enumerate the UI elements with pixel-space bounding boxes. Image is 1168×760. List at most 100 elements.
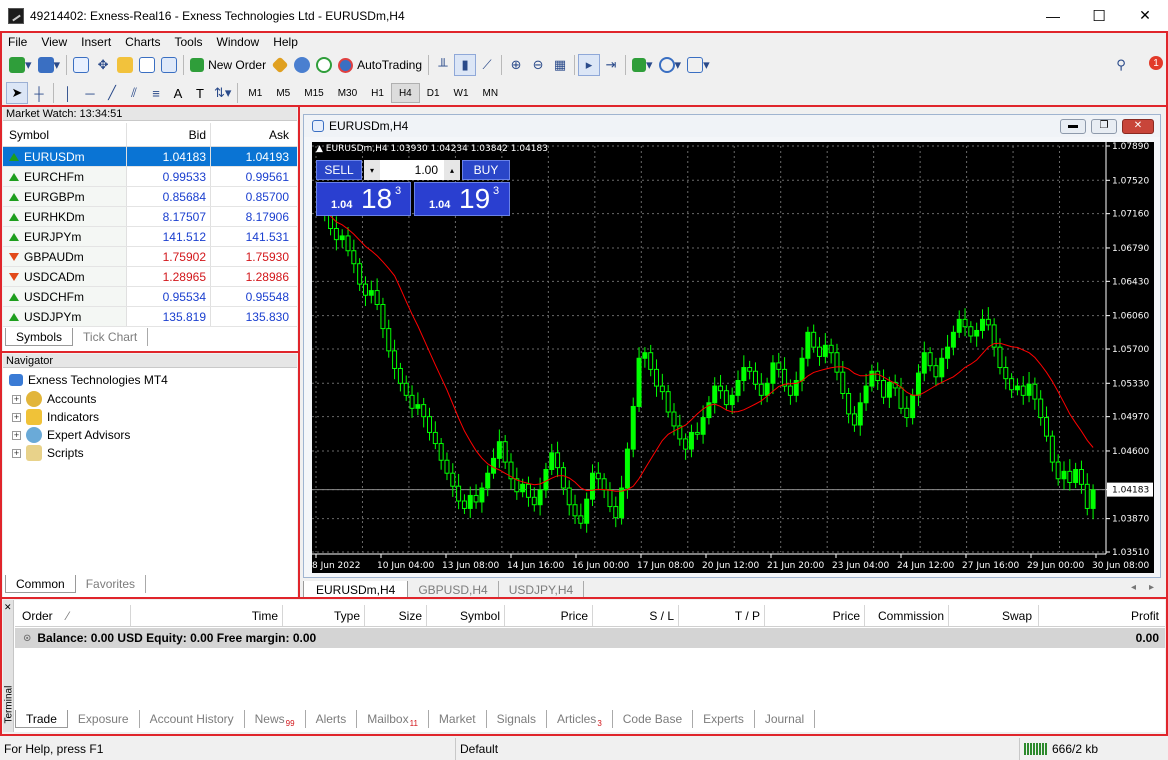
text-label-icon[interactable]: T bbox=[189, 82, 211, 104]
profiles-icon[interactable]: ▾ bbox=[35, 54, 64, 76]
column-symbol[interactable]: Symbol bbox=[427, 605, 505, 626]
market-watch-row[interactable]: EURCHFm 0.99533 0.99561 bbox=[3, 167, 297, 187]
chart-minimize-button[interactable]: ▬ bbox=[1060, 119, 1086, 134]
signals-icon[interactable] bbox=[291, 54, 313, 76]
trendline-icon[interactable]: ╱ bbox=[101, 82, 123, 104]
terminal-icon[interactable] bbox=[136, 54, 158, 76]
tab-account-history[interactable]: Account History bbox=[140, 710, 245, 728]
timeframe-h1[interactable]: H1 bbox=[364, 83, 391, 103]
column-sl[interactable]: S / L bbox=[593, 605, 679, 626]
navigator-item-expert-advisors[interactable]: + Expert Advisors bbox=[12, 427, 130, 443]
line-chart-icon[interactable]: ⟋ bbox=[476, 54, 498, 76]
zoom-in-icon[interactable]: ⊕ bbox=[505, 54, 527, 76]
expand-icon[interactable]: + bbox=[12, 412, 21, 422]
column-time[interactable]: Time bbox=[131, 605, 283, 626]
timeframe-d1[interactable]: D1 bbox=[420, 83, 447, 103]
new-chart-icon[interactable]: ▾ bbox=[6, 54, 35, 76]
market-watch-row[interactable]: EURHKDm 8.17507 8.17906 bbox=[3, 207, 297, 227]
volume-input[interactable]: 1.00 bbox=[380, 160, 444, 180]
navigator-item-scripts[interactable]: + Scripts bbox=[12, 445, 84, 461]
search-icon[interactable]: ⚲ bbox=[1110, 54, 1132, 76]
fibonacci-icon[interactable]: ≡ bbox=[145, 82, 167, 104]
menu-charts[interactable]: Charts bbox=[119, 35, 168, 49]
tabs-scroll-left-icon[interactable]: ◂ bbox=[1131, 582, 1136, 593]
equidistant-channel-icon[interactable]: ⫽ bbox=[123, 82, 145, 104]
expand-icon[interactable]: + bbox=[12, 448, 21, 458]
menu-window[interactable]: Window bbox=[211, 35, 268, 49]
market-watch-row[interactable]: EURJPYm 141.512 141.531 bbox=[3, 227, 297, 247]
timeframe-h4[interactable]: H4 bbox=[390, 83, 420, 103]
zoom-out-icon[interactable]: ⊖ bbox=[527, 54, 549, 76]
menu-tools[interactable]: Tools bbox=[169, 35, 211, 49]
metaeditor-icon[interactable] bbox=[269, 54, 291, 76]
arrows-icon[interactable]: ⇅▾ bbox=[211, 82, 234, 104]
terminal-close-icon[interactable]: ✕ bbox=[4, 602, 12, 613]
tab-experts[interactable]: Experts bbox=[693, 710, 755, 728]
market-watch-icon[interactable] bbox=[70, 54, 92, 76]
text-icon[interactable]: A bbox=[167, 82, 189, 104]
volume-up-icon[interactable]: ▴ bbox=[444, 160, 460, 180]
autotrading-button[interactable]: AutoTrading bbox=[335, 54, 425, 76]
timeframe-m30[interactable]: M30 bbox=[331, 83, 364, 103]
tab-code-base[interactable]: Code Base bbox=[613, 710, 694, 728]
timeframe-m1[interactable]: M1 bbox=[241, 83, 269, 103]
tab-common[interactable]: Common bbox=[5, 575, 76, 593]
candlestick-chart-icon[interactable]: ▮ bbox=[454, 54, 477, 76]
tab-articles[interactable]: Articles3 bbox=[547, 710, 613, 728]
menu-file[interactable]: File bbox=[2, 35, 35, 49]
column-size[interactable]: Size bbox=[365, 605, 427, 626]
chart-restore-button[interactable]: ❐ bbox=[1091, 119, 1117, 134]
market-watch-row[interactable]: USDCADm 1.28965 1.28986 bbox=[3, 267, 297, 287]
menu-view[interactable]: View bbox=[35, 35, 75, 49]
balance-row[interactable]: ⊙ Balance: 0.00 USD Equity: 0.00 Free ma… bbox=[15, 628, 1165, 648]
templates-icon[interactable]: ▾ bbox=[684, 54, 713, 76]
price-chart[interactable]: 1.07890 1.07520 1.07160 1.06790 1.06430 1.060… bbox=[312, 142, 1154, 573]
tab-news[interactable]: News99 bbox=[245, 710, 306, 728]
chart-shift-icon[interactable]: ⇥ bbox=[600, 54, 622, 76]
column-swap[interactable]: Swap bbox=[949, 605, 1039, 626]
tab-symbols[interactable]: Symbols bbox=[5, 328, 74, 346]
market-watch-row[interactable]: GBPAUDm 1.75902 1.75930 bbox=[3, 247, 297, 267]
tab-chart-usdjpy[interactable]: USDJPY,H4 bbox=[499, 581, 585, 599]
chart-close-button[interactable]: ✕ bbox=[1122, 119, 1154, 134]
tab-tick-chart[interactable]: Tick Chart bbox=[73, 328, 149, 346]
navigator-root[interactable]: Exness Technologies MT4 bbox=[9, 373, 168, 387]
market-watch-row[interactable]: USDJPYm 135.819 135.830 bbox=[3, 307, 297, 327]
bar-chart-icon[interactable]: ╨ bbox=[432, 54, 454, 76]
tab-favorites[interactable]: Favorites bbox=[76, 575, 147, 593]
horizontal-line-icon[interactable]: ─ bbox=[79, 82, 101, 104]
tab-signals[interactable]: Signals bbox=[487, 710, 547, 728]
navigator-item-indicators[interactable]: + Indicators bbox=[12, 409, 99, 425]
menu-help[interactable]: Help bbox=[267, 35, 306, 49]
tab-chart-gbpusd[interactable]: GBPUSD,H4 bbox=[408, 581, 499, 599]
column-price[interactable]: Price bbox=[505, 605, 593, 626]
tab-chart-eurusdm[interactable]: EURUSDm,H4 bbox=[303, 581, 409, 599]
column-commission[interactable]: Commission bbox=[865, 605, 949, 626]
column-tp[interactable]: T / P bbox=[679, 605, 765, 626]
column-order[interactable]: Order ⁄ bbox=[15, 605, 131, 626]
indicators-icon[interactable]: ▾ bbox=[629, 54, 656, 76]
navigator-item-accounts[interactable]: + Accounts bbox=[12, 391, 96, 407]
buy-price-box[interactable]: 1.04 19 3 bbox=[414, 182, 510, 216]
timeframe-m15[interactable]: M15 bbox=[297, 83, 330, 103]
column-ask[interactable]: Ask bbox=[211, 123, 297, 146]
cursor-icon[interactable]: ➤ bbox=[6, 82, 28, 104]
menu-insert[interactable]: Insert bbox=[75, 35, 119, 49]
notifications-icon[interactable]: 1 bbox=[1146, 53, 1166, 73]
market-watch-row[interactable]: USDCHFm 0.95534 0.95548 bbox=[3, 287, 297, 307]
minimize-button[interactable]: — bbox=[1030, 0, 1076, 31]
crosshair-icon[interactable]: ┼ bbox=[28, 82, 50, 104]
buy-button[interactable]: BUY bbox=[462, 160, 510, 180]
timeframe-mn[interactable]: MN bbox=[476, 83, 506, 103]
navigator-icon[interactable] bbox=[114, 54, 136, 76]
tab-trade[interactable]: Trade bbox=[15, 710, 68, 728]
tab-alerts[interactable]: Alerts bbox=[306, 710, 358, 728]
data-window-icon[interactable]: ✥ bbox=[92, 54, 114, 76]
sell-button[interactable]: SELL bbox=[316, 160, 362, 180]
auto-scroll-icon[interactable]: ▸ bbox=[578, 54, 601, 76]
tab-market[interactable]: Market bbox=[429, 710, 487, 728]
tab-exposure[interactable]: Exposure bbox=[68, 710, 140, 728]
sell-price-box[interactable]: 1.04 18 3 bbox=[316, 182, 411, 216]
volume-down-icon[interactable]: ▾ bbox=[364, 160, 380, 180]
tab-journal[interactable]: Journal bbox=[755, 710, 816, 728]
